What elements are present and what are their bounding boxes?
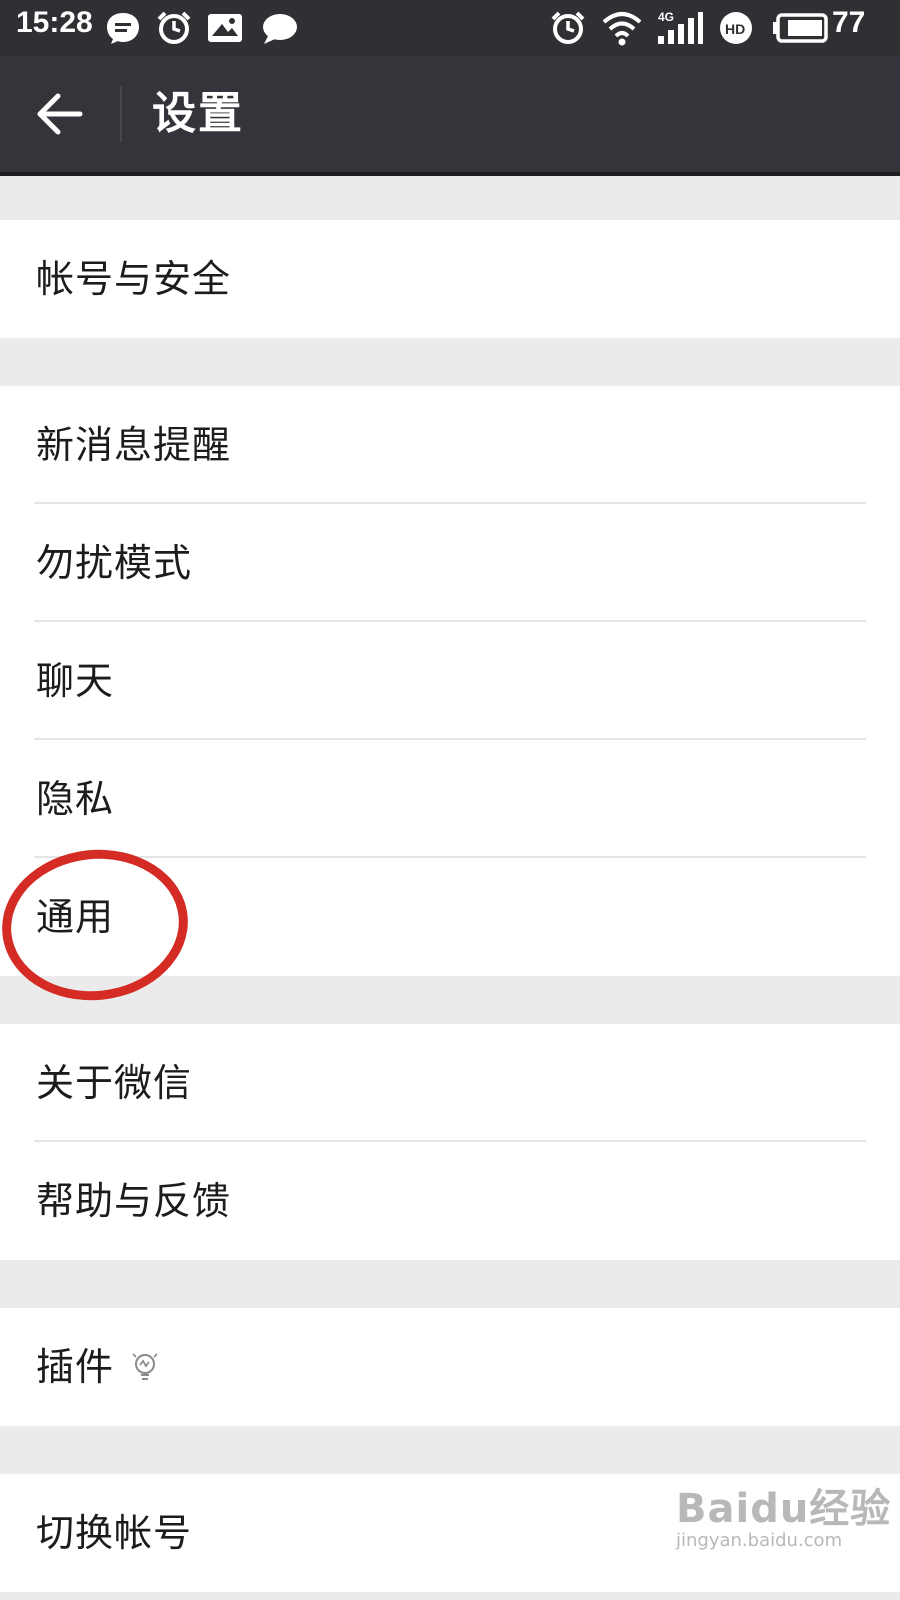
back-arrow-icon bbox=[37, 93, 83, 135]
page-title: 设置 bbox=[152, 88, 244, 139]
settings-item-label: 帐号与安全 bbox=[36, 257, 232, 301]
battery-percent: 77 bbox=[832, 6, 866, 39]
watermark: Baidu经验 jingyan.baidu.com bbox=[676, 1476, 891, 1551]
app-bar: 设置 bbox=[0, 56, 900, 176]
settings-group-plugins: 插件 bbox=[0, 1308, 900, 1426]
battery-icon bbox=[773, 13, 828, 43]
settings-item-label: 聊天 bbox=[36, 659, 115, 703]
chat-bubble-icon bbox=[263, 14, 297, 44]
settings-item-help-feedback[interactable]: 帮助与反馈 bbox=[0, 1142, 900, 1260]
settings-group-account: 帐号与安全 bbox=[0, 220, 900, 338]
network-label: 4G bbox=[658, 10, 674, 24]
status-time: 15:28 bbox=[16, 6, 93, 39]
settings-item-label: 勿扰模式 bbox=[36, 541, 193, 585]
settings-item-label: 关于微信 bbox=[36, 1061, 193, 1105]
settings-item-do-not-disturb[interactable]: 勿扰模式 bbox=[0, 504, 900, 622]
svg-text:HD: HD bbox=[725, 21, 745, 37]
alarm-icon bbox=[551, 11, 585, 44]
settings-item-new-message-alerts[interactable]: 新消息提醒 bbox=[0, 386, 900, 504]
settings-item-account-security[interactable]: 帐号与安全 bbox=[0, 220, 900, 338]
settings-item-label: 插件 bbox=[36, 1345, 115, 1389]
settings-item-privacy[interactable]: 隐私 bbox=[0, 740, 900, 858]
lightbulb-icon bbox=[132, 1353, 158, 1380]
app-bar-divider bbox=[120, 86, 122, 142]
settings-item-label: 帮助与反馈 bbox=[36, 1179, 232, 1223]
wifi-icon bbox=[602, 12, 642, 46]
settings-item-chat[interactable]: 聊天 bbox=[0, 622, 900, 740]
alarm-icon bbox=[157, 11, 191, 44]
signal-icon: 4G bbox=[658, 10, 703, 44]
settings-item-plugins[interactable]: 插件 bbox=[0, 1308, 900, 1426]
message-icon bbox=[107, 13, 139, 44]
settings-item-label: 切换帐号 bbox=[36, 1511, 193, 1555]
settings-item-label: 隐私 bbox=[36, 777, 115, 821]
back-button[interactable] bbox=[30, 86, 94, 142]
settings-item-about-wechat[interactable]: 关于微信 bbox=[0, 1024, 900, 1142]
status-bar: 15:28 4G HD 77 bbox=[0, 0, 900, 56]
watermark-brand: Baidu经验 bbox=[676, 1486, 892, 1532]
mail-icon bbox=[208, 14, 242, 42]
hd-icon: HD bbox=[720, 12, 752, 44]
settings-item-label: 新消息提醒 bbox=[36, 423, 232, 467]
settings-group-about: 关于微信 帮助与反馈 bbox=[0, 1024, 900, 1260]
